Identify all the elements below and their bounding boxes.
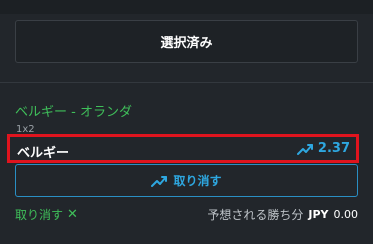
selected-button-label: 選択済み xyxy=(160,36,213,51)
odds: 2.37 xyxy=(296,141,350,156)
winnings-label: 予想される勝ち分 xyxy=(207,208,304,222)
winnings-amount: 0.00 xyxy=(333,208,359,221)
cancel-button-label: 取り消す xyxy=(173,174,222,188)
close-icon: ✕ xyxy=(67,207,78,222)
remove-link[interactable]: 取り消す ✕ xyxy=(15,206,78,223)
top-strip xyxy=(0,0,373,14)
trending-up-icon xyxy=(151,175,168,187)
winnings-currency: JPY xyxy=(308,208,329,221)
trending-up-icon xyxy=(296,143,313,155)
selected-button[interactable]: 選択済み xyxy=(15,20,358,63)
potential-winnings: 予想される勝ち分 JPY 0.00 xyxy=(207,206,358,223)
selection-name: ベルギー xyxy=(17,146,70,161)
remove-label: 取り消す xyxy=(15,208,64,222)
divider xyxy=(0,82,373,83)
match-title: ベルギー - オランダ xyxy=(15,105,132,120)
selection-row: ベルギー 2.37 xyxy=(7,134,359,163)
cancel-button[interactable]: 取り消す xyxy=(15,164,358,197)
odds-value: 2.37 xyxy=(317,141,350,156)
